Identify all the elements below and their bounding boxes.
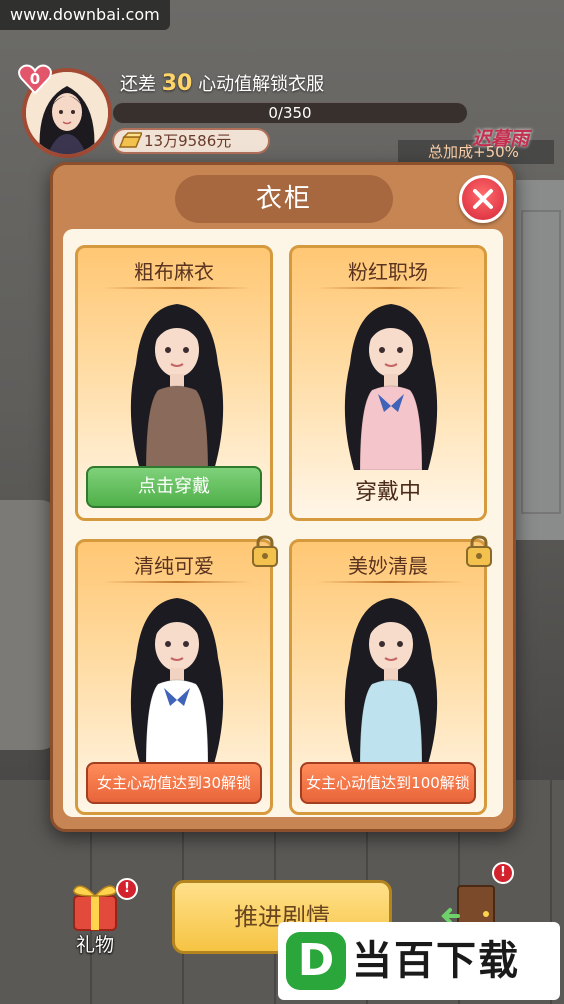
unlock-prefix: 还差 bbox=[120, 74, 156, 95]
character-portrait bbox=[344, 598, 438, 764]
unlock-requirement: 女主心动值达到100解锁 bbox=[300, 762, 476, 804]
unlock-requirement: 女主心动值达到30解锁 bbox=[86, 762, 262, 804]
character-portrait bbox=[130, 598, 224, 764]
wearing-status: 穿戴中 bbox=[354, 480, 421, 505]
unlock-points: 30 bbox=[161, 71, 193, 96]
character-portrait bbox=[130, 304, 224, 470]
outfit-card-2[interactable]: 粉红职场 穿戴中 bbox=[289, 245, 487, 521]
modal-title-plate: 衣柜 bbox=[175, 175, 393, 223]
heart-level-value: 0 bbox=[29, 70, 41, 88]
outfit-card-4[interactable]: 美妙清晨 女主心动值达到100解锁 bbox=[289, 535, 492, 815]
watermark-logo: D 当百下载 bbox=[278, 922, 560, 1000]
outfit-title: 粉红职场 bbox=[348, 260, 428, 284]
heart-level-badge: 0 bbox=[18, 64, 52, 94]
background-cabinet bbox=[508, 180, 564, 540]
notification-badge: ! bbox=[116, 878, 138, 900]
close-icon bbox=[473, 189, 493, 209]
progress-label: 0/350 bbox=[268, 104, 312, 122]
character-name: 迟暮雨 bbox=[472, 128, 530, 150]
outfit-card-3[interactable]: 清纯可爱 女主心动值达到30解锁 bbox=[75, 535, 278, 815]
watermark-url: www.downbai.com bbox=[0, 0, 170, 30]
outfit-grid: 粗布麻衣 点击穿戴 粉红职场 穿戴中 清纯可爱 女主心动值达到30解锁 美妙清晨… bbox=[63, 229, 503, 817]
affection-progress-bar: 0/350 bbox=[112, 102, 468, 124]
watermark-text: 当百下载 bbox=[352, 938, 520, 984]
gold-bar-icon bbox=[118, 132, 142, 148]
wear-button[interactable]: 点击穿戴 bbox=[86, 466, 262, 508]
outfit-title: 清纯可爱 bbox=[134, 554, 214, 578]
gift-label: 礼物 bbox=[75, 934, 114, 956]
divider bbox=[102, 287, 252, 289]
unlock-suffix: 心动值解锁衣服 bbox=[198, 74, 325, 95]
notification-badge: ! bbox=[492, 862, 514, 884]
watermark-logo-mark: D bbox=[286, 932, 346, 990]
divider bbox=[102, 581, 252, 583]
gift-button[interactable]: 礼物 ! bbox=[60, 878, 138, 958]
money-display: 13万9586元 bbox=[112, 128, 270, 154]
close-button[interactable] bbox=[459, 175, 507, 223]
money-value: 13万9586元 bbox=[144, 132, 232, 150]
lock-icon bbox=[466, 535, 492, 567]
watermark-logo-letter: D bbox=[297, 935, 335, 986]
outfit-card-1[interactable]: 粗布麻衣 点击穿戴 bbox=[75, 245, 273, 521]
divider bbox=[316, 581, 466, 583]
divider bbox=[316, 287, 466, 289]
wardrobe-modal: 衣柜 粗布麻衣 点击穿戴 粉红职场 穿戴中 清纯可爱 女主心动值达到30解锁 美… bbox=[50, 162, 516, 832]
character-portrait bbox=[344, 304, 438, 470]
lock-icon bbox=[252, 535, 278, 567]
outfit-title: 粗布麻衣 bbox=[134, 260, 214, 284]
outfit-title: 美妙清晨 bbox=[348, 554, 428, 578]
modal-title: 衣柜 bbox=[255, 184, 312, 214]
unlock-hint: 还差 30 心动值解锁衣服 bbox=[120, 70, 324, 99]
